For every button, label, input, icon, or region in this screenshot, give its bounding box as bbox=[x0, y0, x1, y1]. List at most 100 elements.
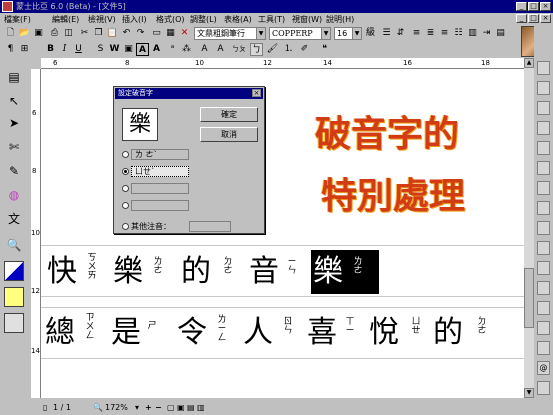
columns-icon[interactable]: ▥ bbox=[466, 27, 479, 40]
paste-icon[interactable]: 📋 bbox=[106, 27, 119, 40]
vertical-text-icon[interactable]: ⇵ bbox=[394, 27, 407, 40]
menu-tools[interactable]: 工具(T) bbox=[258, 14, 285, 25]
radio-button[interactable] bbox=[122, 202, 129, 209]
style-icon[interactable]: ¶ bbox=[4, 43, 17, 56]
align-top-icon[interactable] bbox=[537, 61, 550, 75]
crop-icon[interactable]: ✄ bbox=[4, 137, 24, 157]
menu-table[interactable]: 表格(A) bbox=[224, 14, 252, 25]
quote-icon[interactable]: ❝ bbox=[318, 43, 331, 56]
fill-icon[interactable]: ✎ bbox=[4, 161, 24, 181]
cut-icon[interactable]: ✂ bbox=[78, 27, 91, 40]
chart-icon[interactable] bbox=[537, 341, 550, 355]
reading-option-other[interactable]: 其他注音： bbox=[122, 220, 194, 233]
paint-icon[interactable]: 🖌 bbox=[266, 43, 279, 56]
zoom-dropdown-icon[interactable]: ▾ bbox=[135, 402, 139, 413]
text-tool-icon[interactable]: 文 bbox=[4, 209, 24, 229]
radio-button[interactable] bbox=[122, 168, 129, 175]
menu-file[interactable]: 檔案(F) bbox=[4, 14, 31, 25]
vertical-scrollbar[interactable]: ▲ ▼ bbox=[524, 58, 534, 398]
font-name-combo[interactable]: 文鼎粗鋼筆行 ▼ bbox=[194, 27, 266, 40]
spacing-icon[interactable]: ▤ bbox=[494, 27, 507, 40]
lock-icon[interactable] bbox=[537, 261, 550, 275]
arrow-icon[interactable]: ➤ bbox=[4, 113, 24, 133]
scale-a-icon[interactable]: A bbox=[214, 43, 227, 56]
justify-icon[interactable]: ☷ bbox=[452, 27, 465, 40]
reading-option-4[interactable] bbox=[122, 199, 194, 212]
strikethrough-button[interactable]: S bbox=[94, 43, 107, 56]
page-indicator[interactable]: 1 / 1 bbox=[53, 402, 71, 413]
boxed-a-button[interactable]: A bbox=[136, 43, 149, 56]
selected-char[interactable]: 樂 ㄌ ㄜ bbox=[311, 250, 379, 294]
delete-icon[interactable]: ✕ bbox=[178, 27, 191, 40]
font-size-combo[interactable]: 16 ▼ bbox=[334, 27, 362, 40]
radio-button[interactable] bbox=[122, 185, 129, 192]
underline-button[interactable]: U bbox=[72, 43, 85, 56]
doc-close-button[interactable]: × bbox=[540, 14, 551, 23]
ok-button[interactable]: 確定 bbox=[200, 107, 258, 122]
emphasis-icon[interactable]: ⁂ bbox=[180, 43, 193, 56]
symbol-icon[interactable]: ⊞ bbox=[18, 43, 31, 56]
link-icon[interactable] bbox=[537, 301, 550, 315]
reading-option-1[interactable]: ㄌ ㄜˋ bbox=[122, 148, 194, 161]
actual-size-icon[interactable]: ▤ bbox=[187, 402, 195, 413]
italic-button[interactable]: I bbox=[58, 43, 71, 56]
polyphone-button[interactable]: ㄅ bbox=[250, 43, 263, 56]
indent-icon[interactable]: ⇥ bbox=[480, 27, 493, 40]
bold-button[interactable]: B bbox=[44, 43, 57, 56]
fill-color-icon[interactable] bbox=[4, 287, 24, 307]
number-list-icon[interactable]: ⒈ bbox=[282, 43, 295, 56]
shadow-text-icon[interactable]: ▣ bbox=[122, 43, 135, 56]
redo-icon[interactable]: ↷ bbox=[134, 27, 147, 40]
back-icon[interactable] bbox=[537, 201, 550, 215]
rotate-icon[interactable] bbox=[537, 221, 550, 235]
menu-view[interactable]: 檢視(V) bbox=[88, 14, 116, 25]
menu-window[interactable]: 視窗(W) bbox=[292, 14, 322, 25]
chevron-down-icon[interactable]: ▼ bbox=[256, 28, 265, 39]
save-icon[interactable]: ▣ bbox=[32, 27, 45, 40]
front-icon[interactable] bbox=[537, 181, 550, 195]
zoom-icon[interactable]: 🔍 bbox=[4, 235, 24, 255]
color-swatch-icon[interactable] bbox=[4, 313, 24, 333]
align-bottom-icon[interactable] bbox=[537, 101, 550, 115]
zoom-level[interactable]: 172% bbox=[105, 402, 128, 413]
pointer-icon[interactable]: ↖ bbox=[4, 91, 24, 111]
frame-icon[interactable]: ▭ bbox=[150, 27, 163, 40]
fit-page-icon[interactable]: ▢ bbox=[167, 402, 175, 413]
zoom-out-button[interactable]: − bbox=[155, 402, 162, 413]
close-button[interactable]: × bbox=[540, 2, 551, 11]
app-icon[interactable] bbox=[2, 1, 13, 12]
new-file-icon[interactable]: 🗋 bbox=[4, 27, 17, 40]
ungroup-icon[interactable] bbox=[537, 161, 550, 175]
two-page-icon[interactable]: ▥ bbox=[197, 402, 205, 413]
art-text-line1[interactable]: 破音字的 bbox=[315, 105, 459, 157]
menu-edit[interactable]: 編輯(E) bbox=[52, 14, 79, 25]
chevron-down-icon[interactable]: ▼ bbox=[352, 28, 361, 39]
highlight-icon[interactable]: ✐ bbox=[298, 43, 311, 56]
grid-icon[interactable]: ▦ bbox=[164, 27, 177, 40]
menu-format[interactable]: 格式(O) bbox=[156, 14, 185, 25]
undo-icon[interactable]: ↶ bbox=[120, 27, 133, 40]
group-icon[interactable] bbox=[537, 141, 550, 155]
copy-icon[interactable]: ❐ bbox=[92, 27, 105, 40]
table-icon[interactable] bbox=[537, 321, 550, 335]
print-icon[interactable]: ⎙ bbox=[48, 27, 61, 40]
menu-adjust[interactable]: 調整(L) bbox=[190, 14, 217, 25]
minimize-button[interactable]: _ bbox=[516, 2, 527, 11]
fit-width-icon[interactable]: ▣ bbox=[177, 402, 185, 413]
text-align-icon[interactable]: ☰ bbox=[380, 27, 393, 40]
page-icon[interactable] bbox=[537, 381, 550, 395]
reading-option-3[interactable] bbox=[122, 182, 194, 195]
char-a-button[interactable]: A bbox=[150, 43, 163, 56]
align-right-icon[interactable]: ≡ bbox=[438, 27, 451, 40]
latin-font-combo[interactable]: COPPERP ▼ bbox=[269, 27, 331, 40]
chevron-down-icon[interactable]: ▼ bbox=[321, 28, 330, 39]
line-color-icon[interactable] bbox=[4, 261, 24, 281]
menu-insert[interactable]: 插入(I) bbox=[122, 14, 147, 25]
close-icon[interactable]: × bbox=[252, 89, 261, 97]
open-file-icon[interactable]: 📂 bbox=[18, 27, 31, 40]
flip-icon[interactable] bbox=[537, 241, 550, 255]
outline-button[interactable]: W bbox=[108, 43, 121, 56]
text-line-1[interactable]: 快 ㄎ ㄨ ㄞ 樂 ㄌ ㄜ 的 ㄉ ㄜ 音 ㄧ ㄣ 樂 ㄌ ㄜ bbox=[41, 245, 524, 297]
layer-icon[interactable] bbox=[537, 281, 550, 295]
maximize-button[interactable]: □ bbox=[528, 2, 539, 11]
